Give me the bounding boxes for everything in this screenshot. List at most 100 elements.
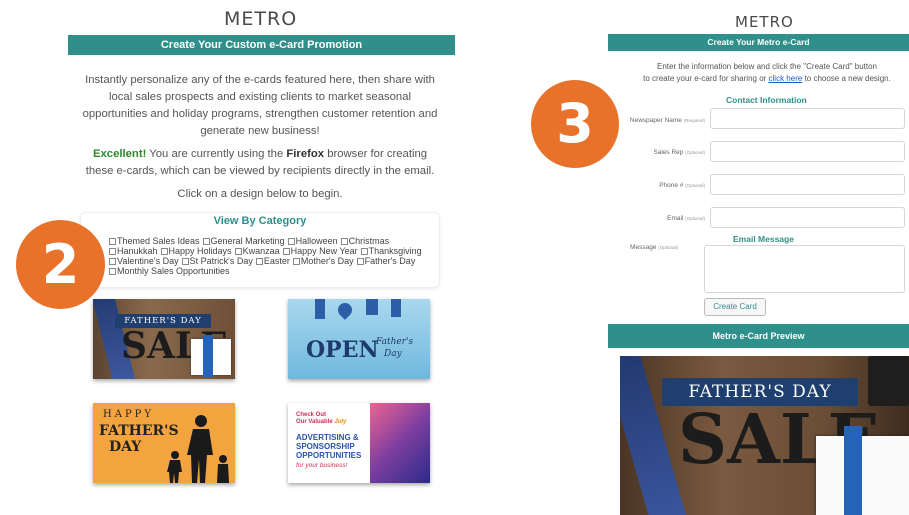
category-label: St Patrick's Day — [189, 256, 253, 266]
contact-info-heading: Contact Information — [726, 95, 807, 105]
category-label: Mother's Day — [300, 256, 354, 266]
category-option[interactable]: Mother's Day — [292, 256, 354, 266]
required-note: (Required) — [683, 118, 705, 123]
category-checkbox[interactable] — [292, 258, 300, 265]
thumb-script-line1: Father's — [376, 337, 414, 347]
hanging-decor — [308, 299, 408, 321]
browser-name: Firefox — [286, 148, 325, 160]
ecard-thumb-advertising-opportunities[interactable]: Check Out Our Valuable July ADVERTISING … — [288, 403, 430, 483]
category-checkbox[interactable] — [356, 258, 364, 265]
thumb-open-text: OPEN — [306, 337, 379, 363]
optional-note: (Optional) — [685, 150, 705, 155]
category-checkbox[interactable] — [234, 248, 242, 255]
category-checkbox[interactable] — [109, 258, 116, 265]
page-banner: Create Your Custom e-Card Promotion — [68, 35, 455, 55]
category-label: General Marketing — [210, 236, 285, 246]
category-option[interactable]: Thanksgiving — [360, 246, 422, 256]
category-option[interactable]: Happy Holidays — [160, 246, 232, 256]
ribbon-graphic — [203, 335, 213, 377]
category-option[interactable]: Valentine's Day — [109, 256, 179, 266]
create-card-page: METRO Create Your Metro e-Card Enter the… — [600, 0, 909, 515]
ecard-thumb-happy-fathers-day[interactable]: HAPPY FATHER'S DAY — [93, 403, 235, 483]
sales-rep-label-text: Sales Rep — [653, 149, 684, 156]
thumb-valuable-text: Our Valuable July — [296, 419, 346, 425]
message-label: Message (Optional) — [573, 244, 678, 251]
thumb-opportunities-text: OPPORTUNITIES — [296, 451, 362, 460]
instructions-line2: to create your e-card for sharing or cli… — [622, 73, 909, 85]
sales-rep-label: Sales Rep (Optional) — [600, 149, 705, 156]
phone-input[interactable] — [710, 174, 905, 195]
category-checkbox[interactable] — [255, 258, 263, 265]
category-label: Happy New Year — [290, 246, 358, 256]
sales-rep-input[interactable] — [710, 141, 905, 162]
collage-graphic — [370, 403, 430, 483]
optional-note: (Optional) — [658, 245, 678, 250]
category-label: Themed Sales Ideas — [117, 236, 200, 246]
browser-notice: Excellent! You are currently using the F… — [82, 146, 438, 180]
category-option[interactable]: St Patrick's Day — [181, 256, 253, 266]
newspaper-name-input[interactable] — [710, 108, 905, 129]
category-checkbox[interactable] — [160, 248, 168, 255]
tie-icon — [391, 299, 402, 317]
category-label: Valentine's Day — [117, 256, 179, 266]
message-textarea[interactable] — [704, 245, 905, 293]
thumb-valuable-label: Our Valuable — [296, 419, 333, 425]
category-checkbox[interactable] — [181, 258, 189, 265]
category-checkbox[interactable] — [282, 248, 290, 255]
phone-label-text: Phone # — [659, 182, 684, 189]
email-input[interactable] — [710, 207, 905, 228]
ribbon-graphic — [844, 426, 862, 515]
category-option[interactable]: Hanukkah — [109, 246, 158, 256]
ecard-preview-image: FATHER'S DAY SALE — [620, 356, 909, 515]
category-checkbox[interactable] — [360, 248, 368, 255]
thumb-script-line2: Day — [384, 349, 402, 359]
thumb-july-text: July — [334, 419, 347, 425]
create-card-button[interactable]: Create Card — [704, 298, 766, 316]
email-label: Email (Optional) — [600, 215, 705, 222]
shirt-icon — [314, 299, 325, 319]
category-checkbox[interactable] — [202, 238, 210, 245]
category-checkbox[interactable] — [109, 238, 116, 245]
category-option[interactable]: General Marketing — [202, 236, 285, 246]
thumb-business-text: for your business! — [296, 462, 348, 469]
email-label-text: Email — [667, 215, 684, 222]
email-message-heading: Email Message — [733, 234, 794, 244]
newspaper-name-label-text: Newspaper Name — [629, 117, 682, 124]
browser-notice-text: You are currently using the — [146, 148, 287, 160]
category-checkbox[interactable] — [109, 248, 116, 255]
category-label: Halloween — [295, 236, 338, 246]
thumb-sponsorship-text: SPONSORSHIP — [296, 442, 355, 451]
category-option[interactable]: Monthly Sales Opportunities — [109, 266, 230, 276]
category-option[interactable]: Kwanzaa — [234, 246, 280, 256]
category-checkbox[interactable] — [287, 238, 295, 245]
category-label: Christmas — [348, 236, 390, 246]
ecard-thumb-fathers-day-sale[interactable]: FATHER'S DAY SALE — [93, 299, 235, 379]
instructions-line1: Enter the information below and click th… — [656, 62, 878, 71]
category-label: Hanukkah — [117, 246, 158, 256]
thumb-happy-text: HAPPY — [103, 409, 155, 420]
step-badge-three: 3 — [531, 80, 619, 168]
optional-note: (Optional) — [685, 216, 705, 221]
mug-icon — [365, 299, 378, 315]
intro-text: Instantly personalize any of the e-cards… — [82, 74, 438, 137]
ecard-thumb-open-fathers-day[interactable]: OPEN Father's Day — [288, 299, 430, 379]
optional-note: (Optional) — [685, 183, 705, 188]
silhouette-graphic — [167, 415, 229, 483]
preview-banner: Metro e-Card Preview — [608, 324, 909, 348]
category-label: Easter — [263, 256, 290, 266]
thumb-day-text: DAY — [109, 439, 142, 455]
category-checkbox[interactable] — [109, 268, 116, 275]
phone-graphic — [868, 356, 909, 406]
category-label: Monthly Sales Opportunities — [117, 266, 230, 276]
category-label: Happy Holidays — [168, 246, 232, 256]
category-option[interactable]: Themed Sales Ideas — [109, 236, 200, 246]
choose-design-link[interactable]: click here — [769, 74, 803, 83]
category-checkbox[interactable] — [340, 238, 348, 245]
category-option[interactable]: Christmas — [340, 236, 390, 246]
category-option[interactable]: Halloween — [287, 236, 338, 246]
category-option[interactable]: Father's Day — [356, 256, 415, 266]
category-option[interactable]: Happy New Year — [282, 246, 358, 256]
category-title: View By Category — [213, 215, 307, 227]
phone-label: Phone # (Optional) — [600, 182, 705, 189]
category-option[interactable]: Easter — [255, 256, 290, 266]
